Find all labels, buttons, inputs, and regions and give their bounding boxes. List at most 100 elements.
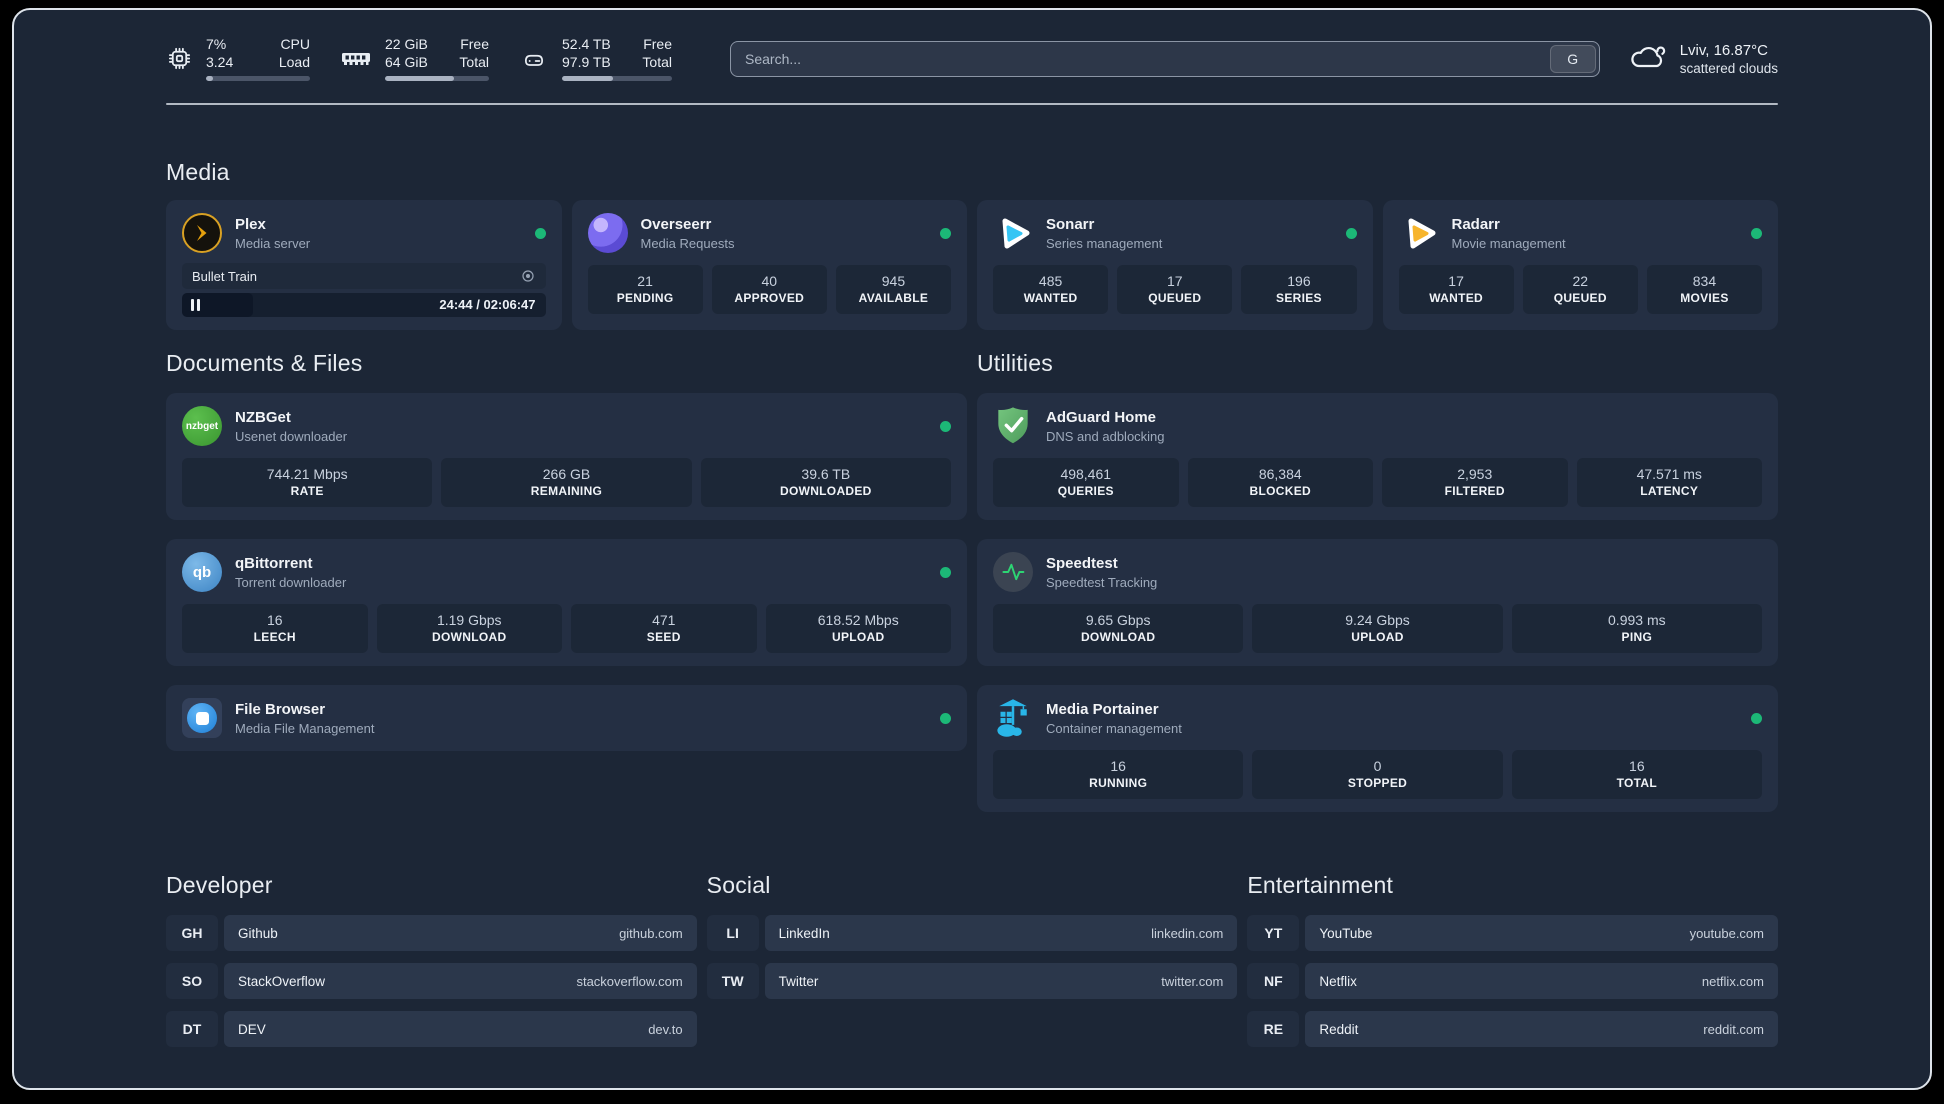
stat-tile: 945 AVAILABLE [835,265,952,314]
qbittorrent-card[interactable]: qb qBittorrent Torrent downloader 16 LEE… [166,539,967,666]
bookmark-url: reddit.com [1703,1021,1764,1037]
adguard-card[interactable]: AdGuard Home DNS and adblocking 498,461 … [977,393,1778,520]
bookmark-youtube[interactable]: YT YouTube youtube.com [1247,915,1778,951]
stat-tile: 485 WANTED [993,265,1109,314]
bookmark-name: LinkedIn [778,925,830,941]
stat-tile: 17 WANTED [1398,265,1514,314]
disk-stat: 52.4 TB 97.9 TB Free Total [519,36,672,81]
section-title-developer: Developer [166,872,273,898]
plex-now-playing: Bullet Train 24:44 / 02:06:47 [182,263,546,317]
app-description: Series management [1046,235,1163,251]
memory-free-label: Free [460,36,489,52]
search-bar: G [730,40,1600,77]
stat-tile: 16 LEECH [182,604,368,653]
stat-tile: 40 APPROVED [711,265,827,314]
disk-free-value: 52.4 TB [562,36,611,52]
search-input[interactable] [731,41,1550,76]
bookmark-url: stackoverflow.com [576,973,683,989]
bookmark-url: dev.to [648,1021,683,1037]
weather-location-temp: Lviv, 16.87°C [1679,41,1768,59]
sonarr-card[interactable]: Sonarr Series management 485 WANTED 17 Q… [977,200,1373,330]
app-name: NZBGet [235,408,291,426]
bookmark-twitter[interactable]: TW Twitter twitter.com [706,963,1238,999]
status-dot [940,420,951,432]
speedtest-card[interactable]: Speedtest Speedtest Tracking 9.65 Gbps D… [977,539,1778,666]
disk-total-value: 97.9 TB [562,53,611,70]
bookmark-abbr: LI [706,915,759,951]
status-dot [534,227,546,239]
app-name: Plex [235,215,266,233]
weather-condition: scattered clouds [1679,60,1778,76]
cloud-icon [1628,40,1668,77]
stat-tile: 39.6 TB DOWNLOADED [700,458,951,507]
section-title-utilities: Utilities [977,350,1053,376]
bookmark-url: github.com [619,925,683,941]
bookmark-name: Reddit [1319,1021,1359,1037]
bookmark-abbr: DT [166,1011,218,1047]
stat-tile: 9.65 Gbps DOWNLOAD [993,604,1244,653]
app-description: Usenet downloader [235,428,348,444]
nzbget-icon: nzbget [182,406,222,446]
nzbget-card[interactable]: nzbget NZBGet Usenet downloader 744.21 M… [166,393,967,520]
filebrowser-card[interactable]: File Browser Media File Management [166,685,967,751]
status-dot [940,566,951,578]
stat-tile: 0 STOPPED [1252,750,1503,799]
bookmark-reddit[interactable]: RE Reddit reddit.com [1247,1011,1778,1047]
radarr-icon [1399,213,1439,253]
app-description: Speedtest Tracking [1046,574,1158,590]
memory-progress-bar [385,76,489,81]
plex-icon [182,213,222,253]
cpu-progress-bar [206,76,310,81]
bookmark-abbr: YT [1247,915,1300,951]
app-name: File Browser [235,700,326,718]
status-dot [1345,227,1357,239]
memory-total-label: Total [459,53,489,70]
bookmark-github[interactable]: GH Github github.com [166,915,697,951]
bookmark-dev[interactable]: DT DEV dev.to [166,1011,697,1047]
disk-icon [519,46,549,72]
search-engine-button[interactable]: G [1549,44,1596,73]
disk-total-label: Total [642,53,672,70]
app-description: Media server [235,235,311,251]
stat-tile: 834 MOVIES [1646,265,1763,314]
memory-total-value: 64 GiB [385,53,428,70]
app-description: Container management [1046,720,1182,736]
bookmark-abbr: RE [1247,1011,1300,1047]
header-bar: 7% 3.24 CPU Load 22 GiB 64 GiB Free Tota… [166,36,1778,81]
qbittorrent-icon: qb [182,552,222,592]
stat-tile: 22 QUEUED [1522,265,1638,314]
stat-tile: 471 SEED [571,604,757,653]
disk-progress-bar [562,76,672,81]
adguard-icon [993,406,1033,446]
portainer-card[interactable]: Media Portainer Container management 16 … [977,685,1778,812]
bookmark-name: YouTube [1319,925,1373,941]
stat-tile: 17 QUEUED [1117,265,1233,314]
cpu-progress-fill [206,76,214,81]
cpu-load-value: 3.24 [206,53,234,70]
app-name: AdGuard Home [1046,408,1157,426]
cpu-usage-label: CPU [280,36,310,52]
dashboard-panel: 7% 3.24 CPU Load 22 GiB 64 GiB Free Tota… [12,8,1932,1090]
memory-progress-fill [385,76,454,81]
plex-card[interactable]: Plex Media server Bullet Train 24:44 / 0… [166,200,562,330]
bookmark-stackoverflow[interactable]: SO StackOverflow stackoverflow.com [166,963,697,999]
bookmark-url: linkedin.com [1151,925,1224,941]
radarr-card[interactable]: Radarr Movie management 17 WANTED 22 QUE… [1382,200,1778,330]
bookmark-linkedin[interactable]: LI LinkedIn linkedin.com [706,915,1238,951]
bookmark-abbr: SO [166,963,218,999]
app-name: qBittorrent [235,554,313,572]
app-description: Media File Management [235,720,375,736]
overseerr-card[interactable]: Overseerr Media Requests 21 PENDING 40 A… [571,200,967,330]
cpu-icon [166,45,193,72]
memory-free-value: 22 GiB [385,36,428,52]
section-title-documents: Documents & Files [166,350,363,376]
header-divider [166,103,1778,105]
memory-stat: 22 GiB 64 GiB Free Total [340,36,489,81]
bookmark-abbr: TW [706,963,759,999]
stat-tile: 47.571 ms LATENCY [1576,458,1762,507]
cpu-stat: 7% 3.24 CPU Load [166,36,310,81]
app-description: DNS and adblocking [1046,428,1165,444]
section-title-entertainment: Entertainment [1247,872,1394,898]
bookmark-netflix[interactable]: NF Netflix netflix.com [1247,963,1778,999]
status-dot [940,227,951,239]
